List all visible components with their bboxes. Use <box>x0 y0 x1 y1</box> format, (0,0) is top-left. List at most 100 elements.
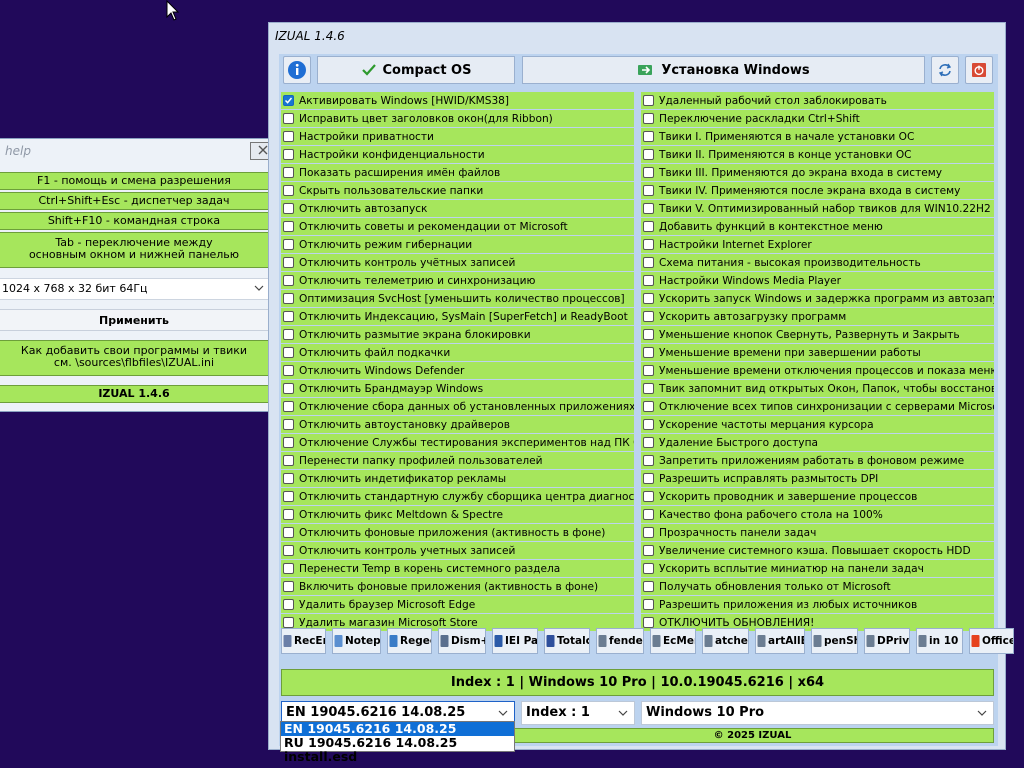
tweak-row[interactable]: Отключить Windows Defender <box>281 362 634 379</box>
tweak-row[interactable]: Отключить размытие экрана блокировки <box>281 326 634 343</box>
tweak-checkbox[interactable] <box>283 131 294 142</box>
tweak-checkbox[interactable] <box>283 113 294 124</box>
app-button[interactable]: atcher_4 <box>702 628 749 654</box>
tweak-checkbox[interactable] <box>643 293 654 304</box>
tweak-checkbox[interactable] <box>643 113 654 124</box>
tweak-row[interactable]: Увеличение системного кэша. Повышает ско… <box>641 542 994 559</box>
tweak-row[interactable]: Перенести папку профилей пользователей <box>281 452 634 469</box>
tweak-checkbox[interactable] <box>643 203 654 214</box>
tweak-row[interactable]: Ускорить автозагрузку программ <box>641 308 994 325</box>
app-button[interactable]: Totalcm <box>544 628 590 654</box>
tweak-checkbox[interactable] <box>643 509 654 520</box>
app-button[interactable]: penShellS <box>811 628 858 654</box>
help-tab-button[interactable]: Tab - переключение между основным окном … <box>0 232 271 268</box>
tweak-checkbox[interactable] <box>283 581 294 592</box>
tweak-row[interactable]: Твик запомнит вид открытых Окон, Папок, … <box>641 380 994 397</box>
tweak-checkbox[interactable] <box>283 185 294 196</box>
app-button[interactable]: DPrivacy <box>864 628 910 654</box>
tweak-row[interactable]: Отключить индетификатор рекламы <box>281 470 634 487</box>
tweak-row[interactable]: Удаление Быстрого доступа <box>641 434 994 451</box>
tweak-checkbox[interactable] <box>283 545 294 556</box>
app-button[interactable]: in 10 Tw <box>916 628 963 654</box>
tweak-checkbox[interactable] <box>283 293 294 304</box>
tweak-row[interactable]: Перенести Temp в корень системного разде… <box>281 560 634 577</box>
tweak-row[interactable]: Скрыть пользовательские папки <box>281 182 634 199</box>
tweak-row[interactable]: Отключить телеметрию и синхронизацию <box>281 272 634 289</box>
tweak-checkbox[interactable] <box>643 275 654 286</box>
tweak-checkbox[interactable] <box>283 239 294 250</box>
tweak-checkbox[interactable] <box>283 203 294 214</box>
tweak-row[interactable]: Отключить советы и рекомендации от Micro… <box>281 218 634 235</box>
install-windows-button[interactable]: Установка Windows <box>522 56 925 84</box>
tweak-checkbox[interactable] <box>643 581 654 592</box>
tweak-row[interactable]: Ускорить проводник и завершение процессо… <box>641 488 994 505</box>
app-button[interactable]: EcMenu_ <box>650 628 696 654</box>
tweak-row[interactable]: Ускорить всплытие миниатюр на панели зад… <box>641 560 994 577</box>
tweak-row[interactable]: Настройки конфиденциальности <box>281 146 634 163</box>
tweak-row[interactable]: Уменьшение времени при завершении работы <box>641 344 994 361</box>
tweak-row[interactable]: Отключить стандартную службу сборщика це… <box>281 488 634 505</box>
tweak-row[interactable]: Настройки Internet Explorer <box>641 236 994 253</box>
tweak-row[interactable]: Удалить браузер Microsoft Edge <box>281 596 634 613</box>
tweak-row[interactable]: Прозрачность панели задач <box>641 524 994 541</box>
tweak-checkbox[interactable] <box>283 257 294 268</box>
tweak-row[interactable]: Включить фоновые приложения (активность … <box>281 578 634 595</box>
esd-option-ru[interactable]: RU 19045.6216 14.08.25 install.esd <box>281 736 514 764</box>
tweak-row[interactable]: Отключить контроль учетных записей <box>281 542 634 559</box>
info-button[interactable] <box>283 56 311 84</box>
tweak-checkbox[interactable] <box>283 617 294 628</box>
tweak-checkbox[interactable] <box>643 419 654 430</box>
tweak-checkbox[interactable] <box>283 383 294 394</box>
tweak-row[interactable]: Отключение всех типов синхронизации с се… <box>641 398 994 415</box>
compact-os-button[interactable]: Compact OS <box>317 56 515 84</box>
tweak-row[interactable]: Отключить режим гибернации <box>281 236 634 253</box>
tweak-row[interactable]: Ускорение частоты мерцания курсора <box>641 416 994 433</box>
resolution-select[interactable]: 1024 x 768 x 32 бит 64Гц <box>0 278 271 300</box>
tweak-row[interactable]: Получать обновления только от Microsoft <box>641 578 994 595</box>
tweak-row[interactable]: Запретить приложениям работать в фоновом… <box>641 452 994 469</box>
app-button[interactable]: IEI Part <box>492 628 538 654</box>
tweak-checkbox[interactable] <box>643 239 654 250</box>
tweak-row[interactable]: Отключение сбора данных об установленных… <box>281 398 634 415</box>
tweak-checkbox[interactable] <box>283 401 294 412</box>
tweak-checkbox[interactable] <box>283 95 294 106</box>
tweak-row[interactable]: Показать расширения имён файлов <box>281 164 634 181</box>
tweak-row[interactable]: Отключить автоустановку драйверов <box>281 416 634 433</box>
power-button[interactable] <box>965 56 993 84</box>
tweak-row[interactable]: Отключить контроль учётных записей <box>281 254 634 271</box>
tweak-checkbox[interactable] <box>283 563 294 574</box>
tweak-row[interactable]: Активировать Windows [HWID/KMS38] <box>281 92 634 109</box>
app-button[interactable]: Office <box>969 628 1014 654</box>
tweak-row[interactable]: Уменьшение кнопок Свернуть, Развернуть и… <box>641 326 994 343</box>
tweak-checkbox[interactable] <box>283 455 294 466</box>
tweak-checkbox[interactable] <box>643 563 654 574</box>
tweak-row[interactable]: Настройки приватности <box>281 128 634 145</box>
tweak-row[interactable]: Отключить Брандмауэр Windows <box>281 380 634 397</box>
tweak-checkbox[interactable] <box>283 275 294 286</box>
tweak-checkbox[interactable] <box>283 149 294 160</box>
refresh-button[interactable] <box>931 56 959 84</box>
tweak-checkbox[interactable] <box>643 365 654 376</box>
edition-select[interactable]: Windows 10 Pro <box>641 701 994 725</box>
apply-button[interactable]: Применить <box>0 309 271 331</box>
app-button[interactable]: fender Re <box>596 628 644 654</box>
tweak-checkbox[interactable] <box>643 185 654 196</box>
tweak-checkbox[interactable] <box>283 167 294 178</box>
help-f1-button[interactable]: F1 - помощь и смена разрешения <box>0 172 271 190</box>
tweak-row[interactable]: Качество фона рабочего стола на 100% <box>641 506 994 523</box>
tweak-row[interactable]: Настройки Windows Media Player <box>641 272 994 289</box>
tweak-checkbox[interactable] <box>643 545 654 556</box>
tweak-checkbox[interactable] <box>283 599 294 610</box>
tweak-checkbox[interactable] <box>643 257 654 268</box>
tweak-checkbox[interactable] <box>283 329 294 340</box>
tweak-row[interactable]: Добавить функций в контекстное меню <box>641 218 994 235</box>
tweak-checkbox[interactable] <box>283 311 294 322</box>
tweak-checkbox[interactable] <box>643 149 654 160</box>
tweak-row[interactable]: Твики I. Применяются в начале установки … <box>641 128 994 145</box>
tweak-row[interactable]: Отключить автозапуск <box>281 200 634 217</box>
tweak-row[interactable]: Отключить файл подкачки <box>281 344 634 361</box>
tweak-checkbox[interactable] <box>643 437 654 448</box>
tweak-row[interactable]: Твики II. Применяются в конце установки … <box>641 146 994 163</box>
index-select[interactable]: Index : 1 <box>521 701 635 725</box>
tweak-checkbox[interactable] <box>283 365 294 376</box>
